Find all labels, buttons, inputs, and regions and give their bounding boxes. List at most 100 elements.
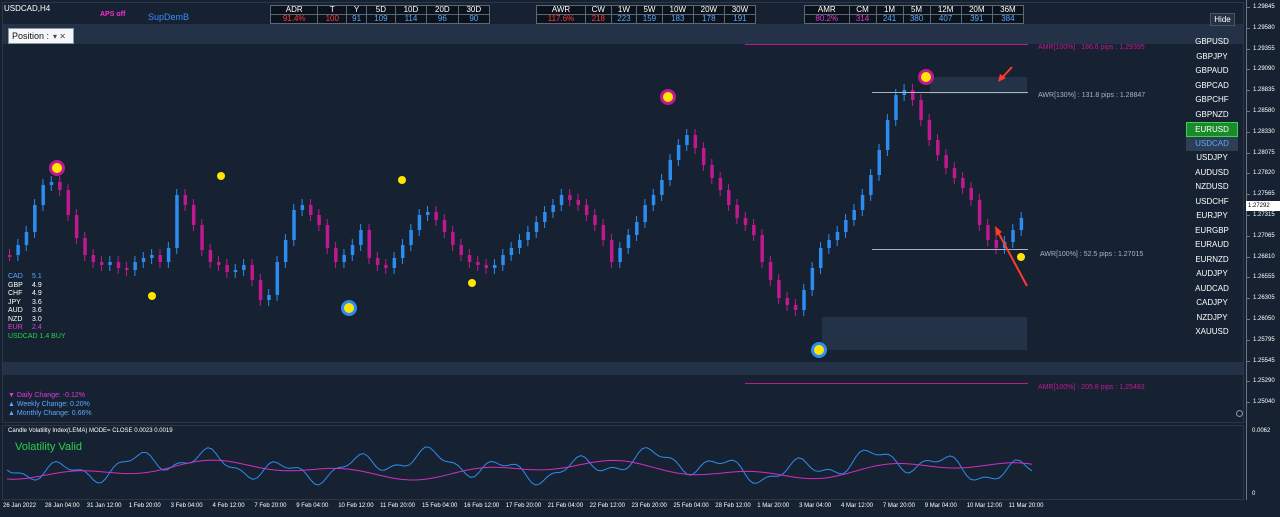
price-tick-mark (1247, 360, 1250, 362)
symbol-button-nzdjpy[interactable]: NZDJPY (1186, 311, 1238, 326)
strength-value: 2.4 (32, 324, 42, 331)
price-tick-mark (1247, 402, 1250, 404)
candle-body (33, 205, 37, 232)
candle-body (952, 168, 957, 178)
candle-body (225, 265, 229, 272)
price-tick-label: 1.27065 (1253, 232, 1275, 239)
table_daily-value: 96 (426, 14, 459, 24)
chart-scroll-icon[interactable] (1236, 410, 1243, 417)
candle-body (894, 95, 898, 120)
strength-currency: NZD (8, 315, 23, 323)
amr-upper-line (745, 44, 1028, 45)
symbol-button-gbpnzd[interactable]: GBPNZD (1186, 108, 1238, 123)
strength-currency: EUR (8, 324, 23, 331)
candle-body (442, 220, 447, 232)
strength-row-chf: CHF 4.9 (8, 290, 66, 299)
candle-body (426, 212, 430, 215)
symbol-button-eurjpy[interactable]: EURJPY (1186, 209, 1238, 224)
symbol-button-gbpusd[interactable]: GBPUSD (1186, 35, 1238, 50)
candle-body (609, 240, 614, 262)
strength-currency: CAD (8, 273, 23, 280)
candle-body (584, 205, 589, 215)
price-tick-label: 1.25290 (1253, 378, 1275, 385)
table_daily-value: 109 (366, 14, 396, 24)
time-axis[interactable]: 26 Jan 2022 28 Jan 04:00 31 Jan 12:00 1 Feb… (0, 500, 1246, 517)
amr-upper-label: AMR[100%] : 186.6 pips : 1.29395 (1038, 44, 1145, 51)
symbol-button-usdcad[interactable]: USDCAD (1186, 136, 1238, 151)
symbol-button-eurnzd[interactable]: EURNZD (1186, 253, 1238, 268)
symbol-button-cadjpy[interactable]: CADJPY (1186, 296, 1238, 311)
symbol-button-gbpcad[interactable]: GBPCAD (1186, 79, 1238, 94)
table_daily-value: 91 (346, 14, 367, 24)
swing-point-icon (468, 279, 476, 287)
symbol-button-eurgbp[interactable]: EURGBP (1186, 224, 1238, 239)
candle-body (217, 262, 221, 265)
monthly-range-table: AMR CM 1M 5M 12M 20M 36M 80.2% 314 241 380 407 391 38… (804, 5, 1025, 24)
price-tick-label: 1.28580 (1253, 108, 1275, 114)
symbol-button-nzdusd[interactable]: NZDUSD (1186, 180, 1238, 195)
symbol-button-eurusd[interactable]: EURUSD (1186, 122, 1238, 137)
price-chart (8, 69, 1025, 358)
price-tick-label: 1.29580 (1253, 24, 1275, 31)
price-tick-mark (1247, 7, 1250, 8)
table_weekly-value: 159 (636, 14, 663, 24)
time-tick-label: 21 Feb 04:00 (547, 503, 584, 509)
aps-toggle[interactable]: APS off (100, 11, 125, 18)
monthly-change: ▲ Monthly Change: 0.66% (8, 410, 92, 417)
candle-body (827, 240, 831, 248)
price-tick-label: 1.27315 (1253, 212, 1275, 218)
hide-button[interactable]: Hide (1210, 13, 1235, 26)
candle-body (191, 205, 196, 225)
candle-body (208, 250, 213, 262)
symbol-button-gbpaud[interactable]: GBPAUD (1186, 64, 1238, 79)
strength-value: 3.6 (32, 307, 42, 314)
symbol-button-audcad[interactable]: AUDCAD (1186, 282, 1238, 297)
daily-change: ▼ Daily Change: -0.12% (8, 392, 85, 399)
candle-body (810, 268, 815, 290)
candle-body (166, 248, 171, 262)
symbol-button-gbpchf[interactable]: GBPCHF (1186, 93, 1238, 108)
candle-body (108, 262, 112, 265)
candle-body (618, 248, 622, 262)
time-tick-label: 4 Mar 12:00 (841, 503, 874, 509)
time-tick-label: 22 Feb 12:00 (589, 503, 625, 509)
candle-body (593, 215, 597, 225)
candle-body (275, 262, 280, 295)
candle-body (852, 210, 856, 220)
candle-body (476, 262, 480, 265)
table_daily-value: 91.4% (269, 14, 319, 24)
strength-row-gbp: GBP 4.9 (8, 282, 66, 291)
strength-currency: AUD (8, 307, 23, 314)
candle-body (509, 248, 514, 255)
table_monthly-value: 384 (991, 14, 1025, 24)
symbol-button-euraud[interactable]: EURAUD (1186, 238, 1238, 253)
candle-body (141, 258, 146, 262)
star-signal-core (921, 72, 931, 82)
table_monthly-value: 80.2% (804, 14, 850, 24)
price-tick-mark (1247, 256, 1250, 258)
candle-body (802, 290, 806, 310)
symbol-button-xauusd[interactable]: XAUUSD (1186, 325, 1238, 340)
symbol-button-audjpy[interactable]: AUDJPY (1186, 267, 1238, 282)
candle-body (860, 195, 865, 210)
candle-body (701, 148, 706, 165)
symbol-button-audusd[interactable]: AUDUSD (1186, 166, 1238, 181)
candle-body (158, 255, 162, 262)
table_monthly-value: 241 (875, 14, 904, 24)
time-tick-label: 28 Feb 12:00 (715, 503, 751, 509)
candle-body (484, 265, 489, 268)
position-panel[interactable]: Position : ▾ ✕ (8, 28, 74, 44)
symbol-button-usdjpy[interactable]: USDJPY (1186, 151, 1238, 166)
panel-controls-icon[interactable]: ▾ ✕ (53, 32, 66, 41)
time-tick-label: 3 Feb 04:00 (170, 503, 203, 509)
candle-body (384, 265, 388, 268)
candle-body (116, 262, 121, 268)
symbol-button-usdchf[interactable]: USDCHF (1186, 195, 1238, 210)
table_monthly-value: 314 (848, 14, 877, 24)
indicator-pane[interactable]: Candle Volatility Index(LEMA) MODE= CLOS… (2, 425, 1244, 500)
strength-row-eur: EUR 2.4 (8, 324, 66, 333)
volatility-fast-line (6, 446, 1033, 486)
candle-body (91, 255, 96, 262)
price-tick-mark (1247, 298, 1250, 300)
symbol-button-gbpjpy[interactable]: GBPJPY (1186, 50, 1238, 65)
